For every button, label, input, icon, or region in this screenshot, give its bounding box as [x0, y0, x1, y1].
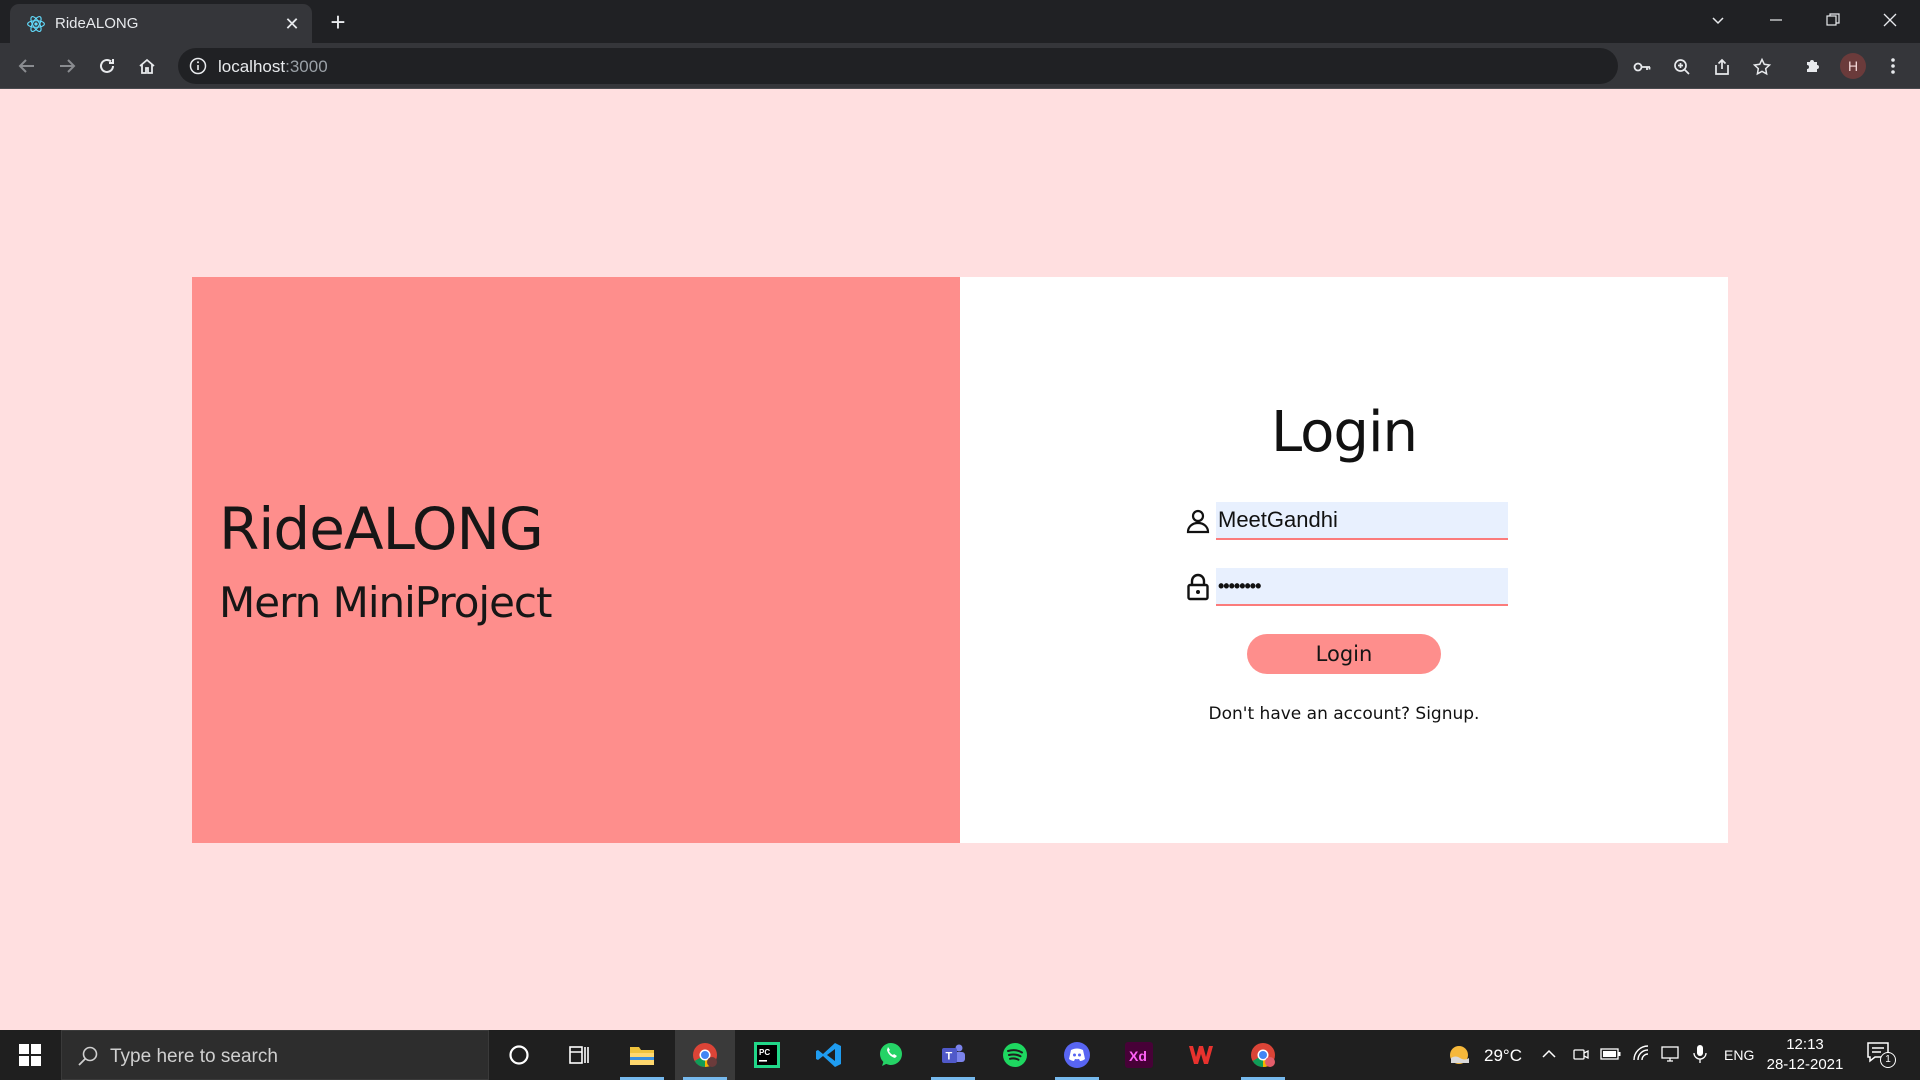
clock-time: 12:13 — [1786, 1036, 1824, 1053]
extensions-puzzle-icon[interactable] — [1800, 53, 1826, 79]
username-input[interactable] — [1216, 502, 1508, 540]
display-icon[interactable] — [1660, 1044, 1680, 1064]
password-key-icon[interactable] — [1630, 55, 1654, 79]
browser-toolbar: localhost:3000 H — [0, 43, 1920, 89]
show-hidden-icons-chevron-up-icon[interactable] — [1541, 1046, 1557, 1062]
teams-icon[interactable]: T — [923, 1030, 983, 1080]
windows-logo-icon — [19, 1044, 41, 1066]
notification-center-button[interactable]: 1 — [1866, 1040, 1896, 1070]
tab-close-icon[interactable]: ✕ — [280, 12, 304, 36]
bookmark-star-icon[interactable] — [1750, 55, 1774, 79]
url-host: localhost — [218, 57, 286, 76]
battery-icon[interactable] — [1600, 1045, 1622, 1063]
cortana-icon[interactable] — [489, 1030, 549, 1080]
svg-text:PC: PC — [759, 1048, 770, 1057]
discord-icon[interactable] — [1047, 1030, 1107, 1080]
password-input[interactable] — [1216, 568, 1508, 606]
spotify-icon[interactable] — [985, 1030, 1045, 1080]
chrome-profile-icon[interactable] — [1233, 1030, 1293, 1080]
user-icon — [1186, 509, 1210, 534]
system-clock[interactable]: 12:13 28-12-2021 — [1755, 1035, 1855, 1075]
login-card: RideALONG Mern MiniProject Login Login D… — [192, 277, 1728, 843]
share-icon[interactable] — [1710, 55, 1734, 79]
username-row — [1184, 502, 1514, 540]
whatsapp-icon[interactable] — [861, 1030, 921, 1080]
forward-button[interactable] — [51, 50, 83, 82]
url-text[interactable]: localhost:3000 — [218, 57, 328, 77]
weather-sun-icon[interactable] — [1447, 1043, 1471, 1067]
file-explorer-icon[interactable] — [612, 1030, 672, 1080]
input-language[interactable]: ENG — [1724, 1047, 1754, 1063]
browser-tab-strip: RideALONG ✕ + — [0, 0, 1920, 43]
search-icon — [78, 1046, 98, 1066]
signup-link[interactable]: Don't have an account? Signup. — [960, 704, 1728, 724]
url-port: :3000 — [285, 57, 328, 76]
profile-avatar[interactable]: H — [1840, 53, 1866, 79]
chrome-icon[interactable] — [675, 1030, 735, 1080]
taskbar-search[interactable]: Type here to search — [61, 1030, 489, 1080]
task-view-icon[interactable] — [550, 1030, 610, 1080]
login-heading: Login — [1270, 400, 1418, 465]
browser-tab[interactable]: RideALONG ✕ — [10, 4, 312, 43]
new-tab-button[interactable]: + — [324, 8, 352, 36]
wifi-icon[interactable] — [1632, 1044, 1652, 1064]
zoom-icon[interactable] — [1670, 55, 1694, 79]
password-row — [1184, 568, 1514, 606]
notification-badge: 1 — [1880, 1052, 1896, 1068]
search-placeholder: Type here to search — [110, 1046, 278, 1067]
back-button[interactable] — [11, 50, 43, 82]
windows-taskbar: Type here to search PC T Xd 29°C ENG 12:… — [0, 1030, 1920, 1080]
svg-text:Xd: Xd — [1129, 1048, 1147, 1064]
meet-now-icon[interactable] — [1572, 1045, 1590, 1063]
login-button[interactable]: Login — [1247, 634, 1441, 674]
browser-menu-icon[interactable] — [1880, 53, 1906, 79]
pycharm-icon[interactable]: PC — [737, 1030, 797, 1080]
site-info-icon[interactable] — [188, 56, 208, 76]
tab-search-icon[interactable] — [1690, 0, 1746, 40]
react-favicon-icon — [27, 16, 45, 32]
svg-text:T: T — [946, 1051, 953, 1063]
vscode-icon[interactable] — [799, 1030, 859, 1080]
start-button[interactable] — [0, 1030, 60, 1080]
wps-office-icon[interactable] — [1171, 1030, 1231, 1080]
login-panel: Login Login Don't have an account? Signu… — [960, 277, 1728, 843]
minimize-button[interactable] — [1748, 0, 1804, 40]
lock-icon — [1187, 573, 1209, 601]
reload-button[interactable] — [91, 50, 123, 82]
tab-title: RideALONG — [55, 15, 139, 32]
restore-button[interactable] — [1805, 0, 1861, 40]
close-window-button[interactable] — [1862, 0, 1918, 40]
address-bar[interactable]: localhost:3000 — [178, 48, 1772, 84]
brand-panel: RideALONG Mern MiniProject — [192, 277, 960, 843]
brand-title: RideALONG — [219, 495, 544, 563]
clock-date: 28-12-2021 — [1766, 1056, 1844, 1073]
home-button[interactable] — [131, 50, 163, 82]
adobe-xd-icon[interactable]: Xd — [1109, 1030, 1169, 1080]
microphone-icon[interactable] — [1692, 1044, 1708, 1064]
brand-subtitle: Mern MiniProject — [219, 578, 552, 627]
weather-temperature[interactable]: 29°C — [1484, 1046, 1522, 1066]
